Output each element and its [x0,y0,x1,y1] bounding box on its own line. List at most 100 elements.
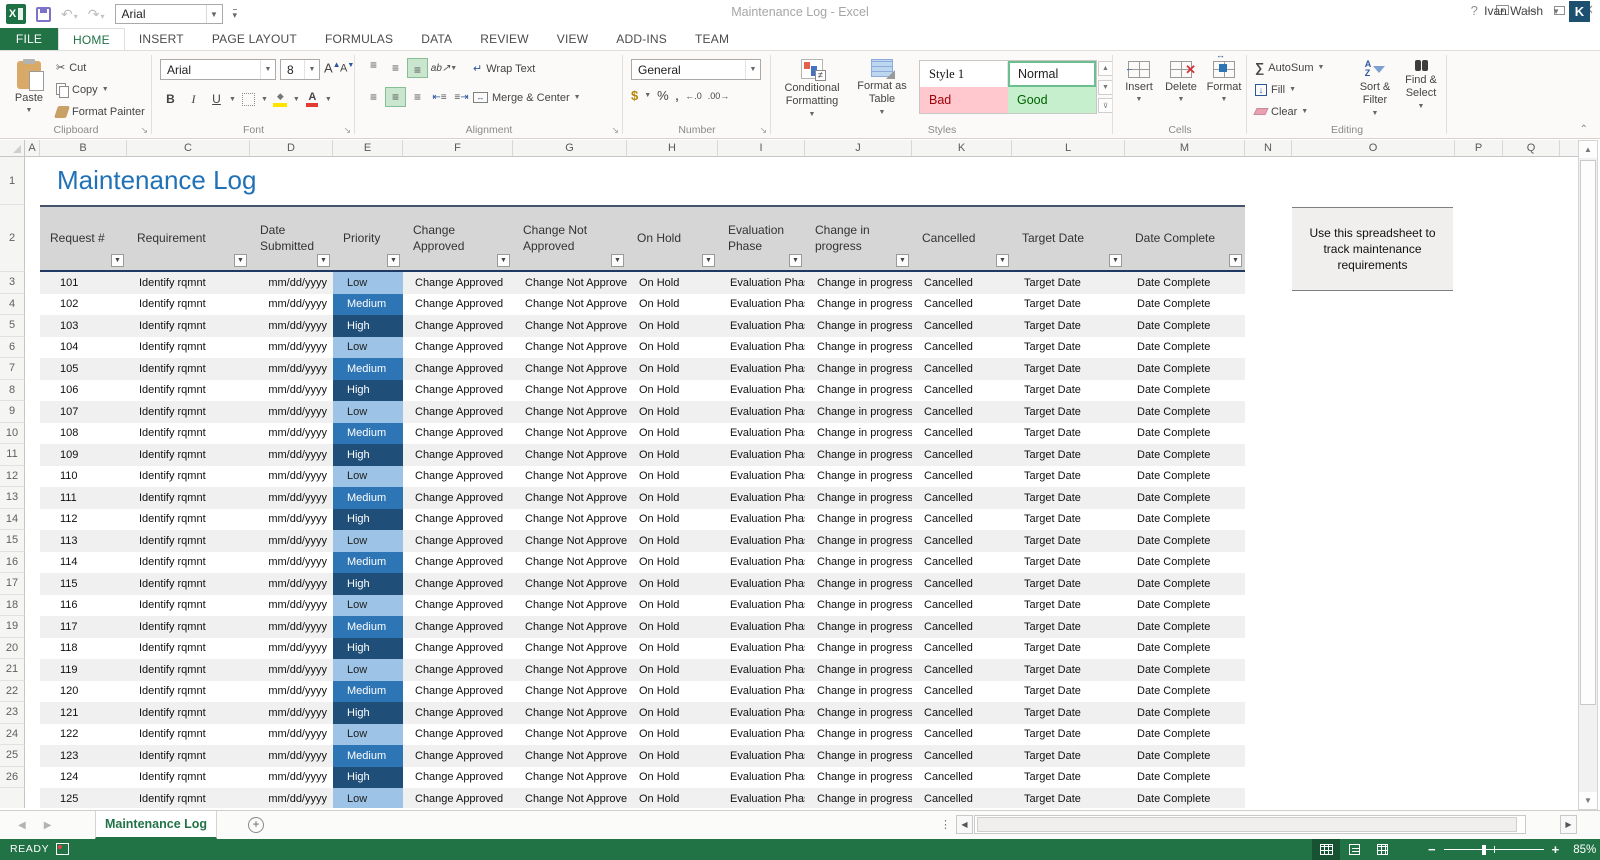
style-normal[interactable]: Normal [1008,61,1096,87]
row-header-17[interactable]: 17 [0,573,25,595]
row-header-6[interactable]: 6 [0,337,25,359]
column-header-P[interactable]: P [1455,140,1503,156]
tab-splitter-icon[interactable]: ⋮ [940,818,951,831]
filter-dropdown-icon[interactable]: ▼ [996,254,1009,267]
style-good[interactable]: Good [1008,87,1096,113]
comma-style-icon[interactable]: , [675,91,679,101]
scroll-down-icon[interactable]: ▼ [1579,792,1597,809]
increase-indent-icon[interactable]: ≡⇥ [451,87,472,107]
column-header-H[interactable]: H [627,140,718,156]
tab-data[interactable]: DATA [407,28,466,50]
row-header-1[interactable]: 1 [0,157,25,205]
dialog-launcher-icon[interactable]: ↘ [140,125,148,136]
row-header-27[interactable] [0,788,25,808]
hscroll-right-icon[interactable]: ▶ [1560,815,1577,834]
row-header-14[interactable]: 14 [0,509,25,531]
font-color-icon[interactable]: A [302,89,323,109]
column-header-M[interactable]: M [1125,140,1245,156]
column-header-N[interactable]: N [1245,140,1292,156]
column-header-C[interactable]: C [127,140,250,156]
borders-icon[interactable] [238,89,259,109]
row-header-13[interactable]: 13 [0,487,25,509]
number-format-box[interactable]: General▼ [631,59,761,80]
fill-color-icon[interactable]: ◆ [270,89,291,109]
filter-dropdown-icon[interactable]: ▼ [387,254,400,267]
delete-cells-button[interactable]: ✕ Delete▼ [1161,57,1201,103]
tab-page-layout[interactable]: PAGE LAYOUT [198,28,311,50]
chevron-down-icon[interactable]: ▼ [745,60,760,79]
zoom-slider[interactable] [1444,839,1544,860]
new-sheet-icon[interactable]: + [248,817,264,833]
align-top-icon[interactable]: ≡ [363,58,384,78]
paste-button[interactable]: Paste ▼ [8,57,50,114]
font-name-box[interactable]: Arial▼ [160,59,276,80]
sort-filter-button[interactable]: AZ Sort & Filter▼ [1353,56,1397,119]
filter-dropdown-icon[interactable]: ▼ [111,254,124,267]
row-header-24[interactable]: 24 [0,724,25,746]
tab-team[interactable]: TEAM [681,28,743,50]
align-left-icon[interactable]: ≡ [363,87,384,107]
tab-insert[interactable]: INSERT [125,28,198,50]
accounting-format-icon[interactable]: $ [631,88,638,103]
gallery-more-icon[interactable]: ⊽ [1098,98,1113,113]
filter-dropdown-icon[interactable]: ▼ [1229,254,1242,267]
percent-style-icon[interactable]: % [657,88,669,103]
page-break-view-button[interactable] [1368,839,1396,860]
merge-center-button[interactable]: ↔ Merge & Center ▼ [473,89,581,106]
row-header-4[interactable]: 4 [0,294,25,316]
account-area[interactable]: Ivan Walsh ▼ K [1484,0,1590,22]
vertical-scroll-thumb[interactable] [1580,160,1596,705]
scroll-up-icon[interactable]: ▲ [1579,141,1597,158]
font-size-box[interactable]: 8▼ [280,59,320,80]
format-as-table-button[interactable]: Format as Table ▼ [851,55,913,118]
row-header-10[interactable]: 10 [0,423,25,445]
row-header-3[interactable]: 3 [0,272,25,294]
column-header-L[interactable]: L [1012,140,1125,156]
row-header-25[interactable]: 25 [0,745,25,767]
dialog-launcher-icon[interactable]: ↘ [759,125,767,136]
macro-record-icon[interactable] [56,843,69,855]
wrap-text-button[interactable]: ↵ Wrap Text [473,60,535,77]
align-bottom-icon[interactable]: ≡ [407,58,428,78]
format-painter-button[interactable]: Format Painter [56,103,145,120]
align-right-icon[interactable]: ≡ [407,87,428,107]
column-header-Q[interactable]: Q [1503,140,1560,156]
row-header-8[interactable]: 8 [0,380,25,402]
clear-button[interactable]: Clear▼ [1255,103,1324,120]
bold-icon[interactable]: B [160,89,181,109]
row-header-9[interactable]: 9 [0,401,25,423]
column-header-A[interactable]: A [25,140,40,156]
fill-button[interactable]: ↓Fill▼ [1255,81,1324,98]
italic-icon[interactable]: I [183,89,204,109]
vertical-scrollbar[interactable]: ▲ ▼ [1578,140,1598,810]
filter-dropdown-icon[interactable]: ▼ [1109,254,1122,267]
zoom-slider-thumb[interactable] [1482,845,1486,855]
filter-dropdown-icon[interactable]: ▼ [896,254,909,267]
sheet-nav-left-icon[interactable]: ◀ [18,820,26,831]
chevron-down-icon[interactable]: ▼ [304,60,319,79]
column-header-F[interactable]: F [403,140,513,156]
decrease-font-size-icon[interactable]: A▼ [340,62,354,75]
row-header-23[interactable]: 23 [0,702,25,724]
help-icon[interactable]: ? [1471,3,1478,18]
row-header-20[interactable]: 20 [0,638,25,660]
row-header-15[interactable]: 15 [0,530,25,552]
align-center-icon[interactable]: ≡ [385,87,406,107]
tab-home[interactable]: HOME [58,28,125,50]
copy-button[interactable]: Copy▼ [56,81,145,98]
find-select-button[interactable]: Find & Select▼ [1399,56,1443,112]
row-header-21[interactable]: 21 [0,659,25,681]
column-header-G[interactable]: G [513,140,627,156]
filter-dropdown-icon[interactable]: ▼ [702,254,715,267]
collapse-ribbon-icon[interactable]: ⌃ [1580,124,1588,135]
horizontal-scroll-thumb[interactable] [977,817,1517,832]
tab-view[interactable]: VIEW [543,28,602,50]
underline-icon[interactable]: U [206,89,227,109]
column-header-E[interactable]: E [333,140,403,156]
style-bad[interactable]: Bad [920,87,1008,113]
row-header-7[interactable]: 7 [0,358,25,380]
hscroll-left-icon[interactable]: ◀ [956,815,973,834]
normal-view-button[interactable] [1312,839,1340,860]
conditional-formatting-button[interactable]: ≠ Conditional Formatting ▼ [777,55,847,120]
chevron-down-icon[interactable]: ▼ [260,60,275,79]
